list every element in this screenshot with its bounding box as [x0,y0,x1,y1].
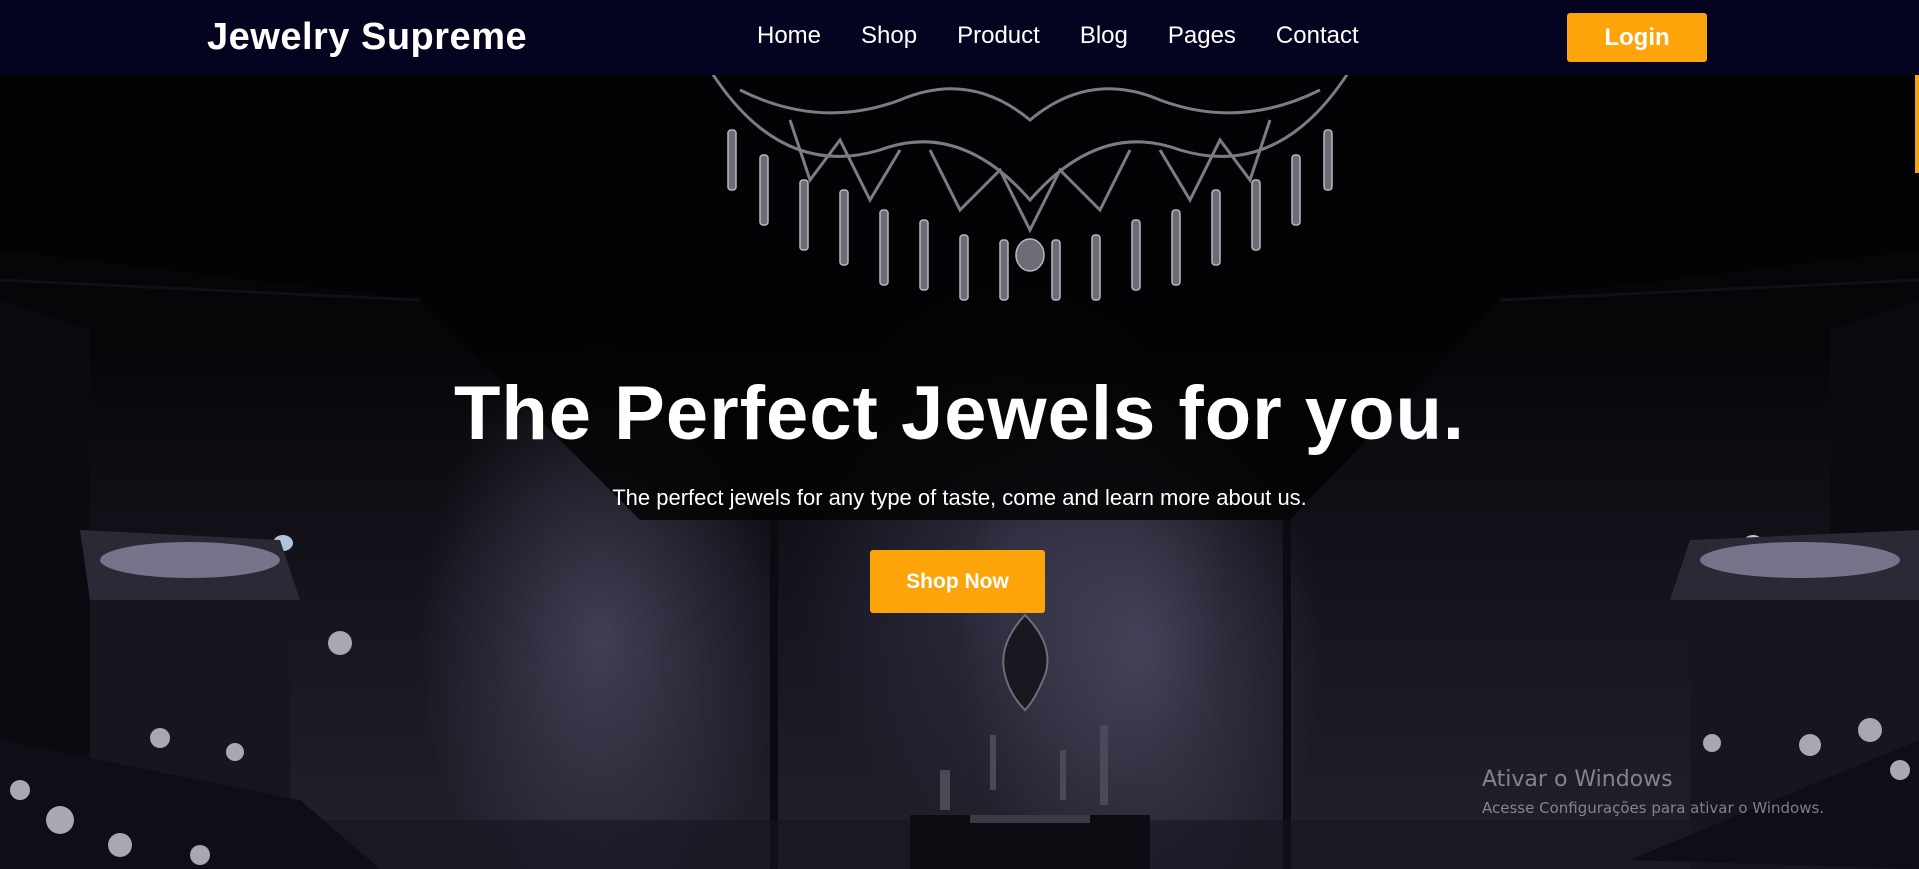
nav-link-shop[interactable]: Shop [861,22,917,50]
hero-subtitle: The perfect jewels for any type of taste… [612,485,1307,510]
watermark-subtitle: Acesse Configurações para ativar o Windo… [1482,799,1825,817]
nav-link-home[interactable]: Home [757,22,821,50]
watermark-title: Ativar o Windows [1482,767,1673,792]
scrollbar-thumb[interactable] [1915,60,1919,173]
pendant-display-image [910,613,1150,869]
page: Jewelry Supreme Home Shop Product Blog P… [0,0,1919,869]
nav-link-product[interactable]: Product [957,22,1040,50]
top-navbar: Jewelry Supreme Home Shop Product Blog P… [0,0,1919,75]
nav-link-pages[interactable]: Pages [1168,22,1236,50]
hero-title: The Perfect Jewels for you. [453,371,1466,456]
nav-link-blog[interactable]: Blog [1080,22,1128,50]
chandelier-image [708,69,1352,301]
windows-activation-watermark: Ativar o Windows Acesse Configurações pa… [1482,764,1824,818]
login-button[interactable]: Login [1567,13,1707,62]
nav-links: Home Shop Product Blog Pages Contact [757,22,1399,50]
brand-logo-text[interactable]: Jewelry Supreme [207,16,527,59]
nav-link-contact[interactable]: Contact [1276,22,1359,50]
shop-now-button[interactable]: Shop Now [870,550,1045,613]
